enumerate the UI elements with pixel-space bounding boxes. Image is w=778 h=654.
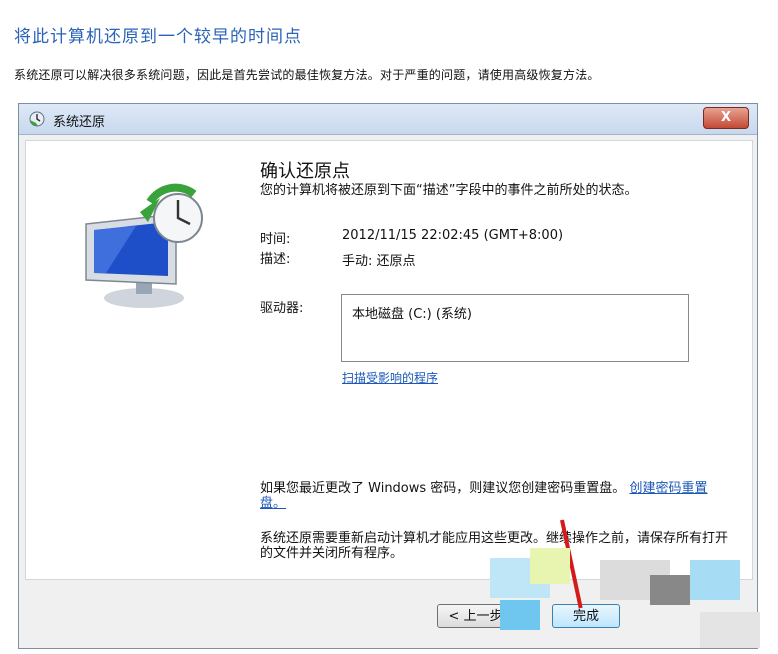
- mosaic-block: [650, 575, 690, 605]
- password-note-text: 如果您最近更改了 Windows 密码，则建议您创建密码重置盘。: [260, 481, 626, 496]
- restart-note: 系统还原需要重新启动计算机才能应用这些更改。继续操作之前，请保存所有打开的文件并…: [260, 531, 729, 561]
- scan-affected-programs-link[interactable]: 扫描受影响的程序: [342, 369, 438, 386]
- description-label: 描述:: [260, 252, 291, 267]
- page-subtext: 系统还原可以解决很多系统问题，因此是首先尝试的最佳恢复方法。对于严重的问题，请使…: [14, 68, 600, 82]
- confirm-title: 确认还原点: [260, 161, 350, 182]
- time-value: 2012/11/15 22:02:45 (GMT+8:00): [342, 228, 564, 243]
- confirm-description: 您的计算机将被还原到下面“描述”字段中的事件之前所处的状态。: [260, 183, 638, 198]
- description-value: 手动: 还原点: [342, 254, 416, 269]
- mosaic-block: [700, 612, 760, 648]
- page-heading: 将此计算机还原到一个较早的时间点: [14, 27, 302, 47]
- close-button[interactable]: X: [703, 107, 749, 129]
- mosaic-block: [500, 600, 540, 630]
- mosaic-block: [530, 548, 570, 584]
- finish-button[interactable]: 完成: [552, 604, 620, 628]
- mosaic-block: [690, 560, 740, 600]
- system-restore-icon: [29, 111, 45, 127]
- dialog-content: 确认还原点 您的计算机将被还原到下面“描述”字段中的事件之前所处的状态。 时间:…: [25, 140, 753, 580]
- drive-item[interactable]: 本地磁盘 (C:) (系统): [352, 303, 472, 322]
- drives-label: 驱动器:: [260, 301, 304, 316]
- window-title: 系统还原: [53, 115, 106, 130]
- title-bar: 系统还原 X: [19, 104, 757, 135]
- drives-list[interactable]: 本地磁盘 (C:) (系统): [341, 294, 689, 362]
- restore-monitor-clock-icon: [85, 183, 203, 308]
- password-note: 如果您最近更改了 Windows 密码，则建议您创建密码重置盘。 创建密码重置盘…: [260, 481, 730, 511]
- time-label: 时间:: [260, 232, 291, 247]
